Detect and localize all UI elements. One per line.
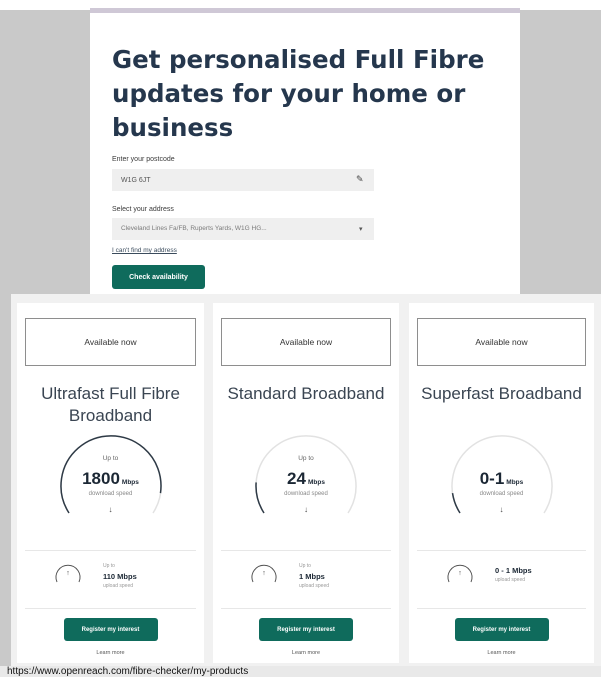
download-speed-label: download speed <box>284 491 328 497</box>
download-arrow-icon: ↓ <box>499 505 504 514</box>
form-title: Get personalised Full Fibre updates for … <box>112 45 485 142</box>
register-interest-button[interactable]: Register my interest <box>63 618 158 641</box>
fibre-updates-form: Get personalised Full Fibre updates for … <box>90 13 520 315</box>
upload-gauge-icon: ↑ <box>249 561 279 585</box>
divider <box>221 550 391 551</box>
cant-find-address-link[interactable]: I can't find my address <box>112 247 177 254</box>
download-speed-label: download speed <box>88 491 133 497</box>
divider <box>417 608 586 609</box>
download-speed: 1800 Mbps <box>51 469 171 489</box>
download-arrow-icon: ↓ <box>108 505 113 514</box>
upload-arrow-icon: ↑ <box>66 570 70 577</box>
upload-arrow-icon: ↑ <box>262 570 266 577</box>
upload-speed: 0 - 1 Mbps <box>495 566 532 575</box>
availability-badge: Available now <box>25 318 196 366</box>
upload-info: Up to 1 Mbps upload speed <box>299 563 379 589</box>
learn-more-link[interactable]: Learn more <box>213 650 399 656</box>
upload-speed: 110 Mbps <box>103 572 137 581</box>
learn-more-link[interactable]: Learn more <box>17 650 204 656</box>
product-title: Ultrafast Full Fibre Broadband <box>41 384 180 425</box>
download-speed-value: 24 <box>287 469 306 488</box>
download-speed-unit: Mbps <box>506 479 524 486</box>
upload-arrow-icon: ↑ <box>458 570 462 577</box>
download-speed-unit: Mbps <box>121 479 139 486</box>
upload-speed: 1 Mbps <box>299 572 325 581</box>
status-url: https://www.openreach.com/fibre-checker/… <box>7 666 249 677</box>
upload-info: Up to 110 Mbps upload speed <box>103 563 183 589</box>
check-availability-button[interactable]: Check availability <box>112 265 205 289</box>
upload-speed-label: upload speed <box>495 577 526 583</box>
download-gauge: Up to 1800 Mbps download speed ↓ <box>51 433 171 523</box>
availability-badge: Available now <box>221 318 391 366</box>
product-title: Superfast Broadband <box>421 384 582 403</box>
upload-info: 0 - 1 Mbps upload speed <box>495 563 575 583</box>
speed-prefix: Up to <box>102 455 119 462</box>
availability-badge: Available now <box>417 318 586 366</box>
edit-icon[interactable]: ✎ <box>356 174 364 185</box>
divider <box>221 608 391 609</box>
chevron-down-icon[interactable]: ▾ <box>359 225 363 233</box>
download-speed-value: 1800 <box>82 469 120 488</box>
upload-prefix: Up to <box>299 563 311 569</box>
divider <box>25 550 196 551</box>
download-gauge: Up to 24 Mbps download speed ↓ <box>246 433 366 523</box>
address-label: Select your address <box>112 206 174 213</box>
download-gauge: 0-1 Mbps download speed ↓ <box>442 433 562 523</box>
upload-prefix: Up to <box>103 563 115 569</box>
download-speed-unit: Mbps <box>307 479 325 486</box>
product-card-ultrafast: Available now Ultrafast Full Fibre Broad… <box>17 303 204 663</box>
address-select[interactable]: Cleveland Lines Fa/FB, Ruperts Yards, W1… <box>112 218 374 240</box>
product-card-standard: Available now Standard Broadband Up to 2… <box>213 303 399 663</box>
product-title: Standard Broadband <box>227 384 385 403</box>
product-card-superfast: Available now Superfast Broadband 0-1 Mbp… <box>409 303 594 663</box>
download-arrow-icon: ↓ <box>304 505 308 514</box>
postcode-input[interactable] <box>112 169 374 191</box>
learn-more-link[interactable]: Learn more <box>409 650 594 656</box>
upload-speed-label: upload speed <box>103 583 134 589</box>
upload-gauge-icon: ↑ <box>445 561 475 585</box>
register-interest-button[interactable]: Register my interest <box>454 618 549 641</box>
upload-gauge-icon: ↑ <box>53 561 83 585</box>
speed-prefix: Up to <box>298 455 314 462</box>
divider <box>417 550 586 551</box>
divider <box>25 608 196 609</box>
upload-speed-label: upload speed <box>299 583 330 589</box>
download-speed-value: 0-1 <box>479 469 505 488</box>
download-speed-label: download speed <box>479 491 524 497</box>
download-speed: 24 Mbps <box>246 469 366 489</box>
register-interest-button[interactable]: Register my interest <box>259 618 353 641</box>
download-speed: 0-1 Mbps <box>442 469 562 489</box>
postcode-label: Enter your postcode <box>112 156 175 163</box>
